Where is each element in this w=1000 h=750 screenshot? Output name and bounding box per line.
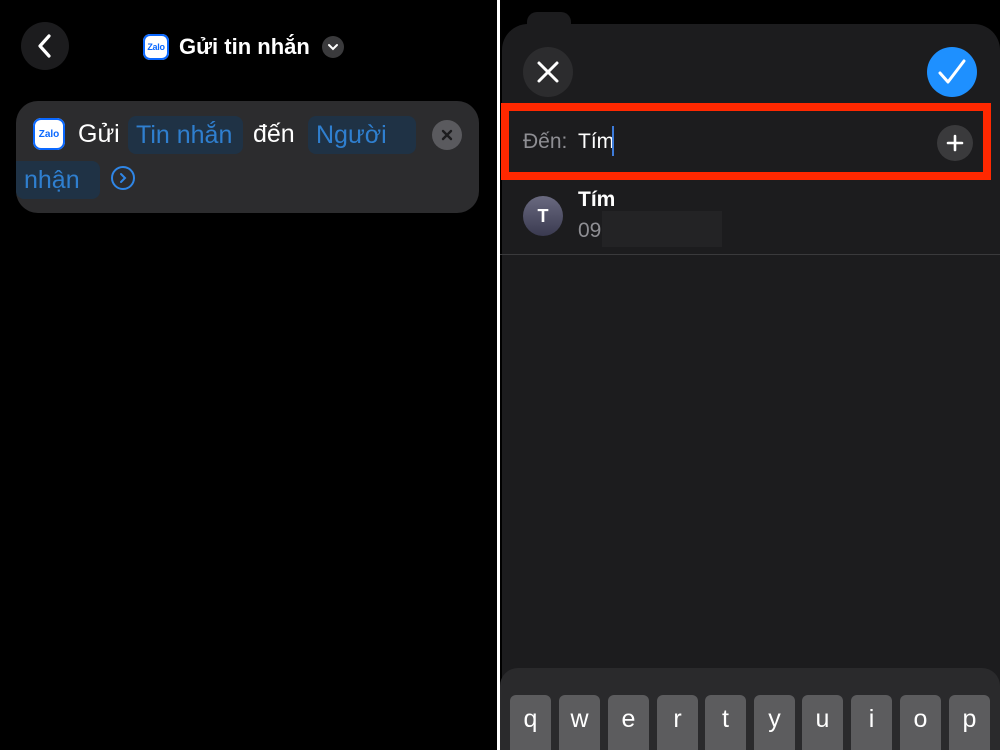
recipient-token-continued[interactable]: nhận — [16, 161, 100, 199]
chevron-left-icon — [38, 34, 51, 58]
action-verb: Gửi — [78, 120, 120, 148]
add-recipient-button[interactable] — [937, 125, 973, 161]
recipient-token[interactable]: Người — [308, 116, 416, 154]
close-button[interactable] — [523, 47, 573, 97]
clear-button[interactable] — [432, 120, 462, 150]
zalo-app-icon: Zalo — [143, 34, 169, 60]
back-button[interactable] — [21, 22, 69, 70]
recipient-input[interactable]: Tím — [578, 130, 614, 154]
key-e[interactable]: e — [608, 695, 649, 750]
checkmark-icon — [938, 59, 966, 84]
recipient-field-highlight — [501, 103, 991, 180]
key-i[interactable]: i — [851, 695, 892, 750]
contact-suggestion[interactable] — [500, 183, 1000, 253]
key-t[interactable]: t — [705, 695, 746, 750]
key-w[interactable]: w — [559, 695, 600, 750]
message-token[interactable]: Tin nhắn — [128, 116, 243, 154]
action-title[interactable]: Zalo Gửi tin nhắn — [143, 32, 344, 62]
text-cursor — [612, 126, 614, 156]
key-q[interactable]: q — [510, 695, 551, 750]
key-p[interactable]: p — [949, 695, 990, 750]
redacted-area — [602, 211, 722, 247]
chevron-down-icon[interactable] — [321, 36, 344, 58]
separator — [500, 254, 1000, 255]
key-o[interactable]: o — [900, 695, 941, 750]
key-y[interactable]: y — [754, 695, 795, 750]
close-icon — [537, 61, 559, 83]
key-r[interactable]: r — [657, 695, 698, 750]
action-connector: đến — [253, 120, 295, 148]
avatar: T — [523, 196, 563, 236]
done-button[interactable] — [927, 47, 977, 97]
contact-phone: 09 — [578, 219, 602, 242]
zalo-app-icon: Zalo — [33, 118, 65, 150]
plus-icon — [946, 134, 964, 152]
expand-arrow-icon[interactable] — [111, 166, 135, 190]
page-title: Gửi tin nhắn — [179, 34, 310, 59]
contact-name: Tím — [578, 188, 616, 211]
close-icon — [441, 129, 453, 141]
key-u[interactable]: u — [802, 695, 843, 750]
to-label: Đến: — [523, 130, 568, 153]
